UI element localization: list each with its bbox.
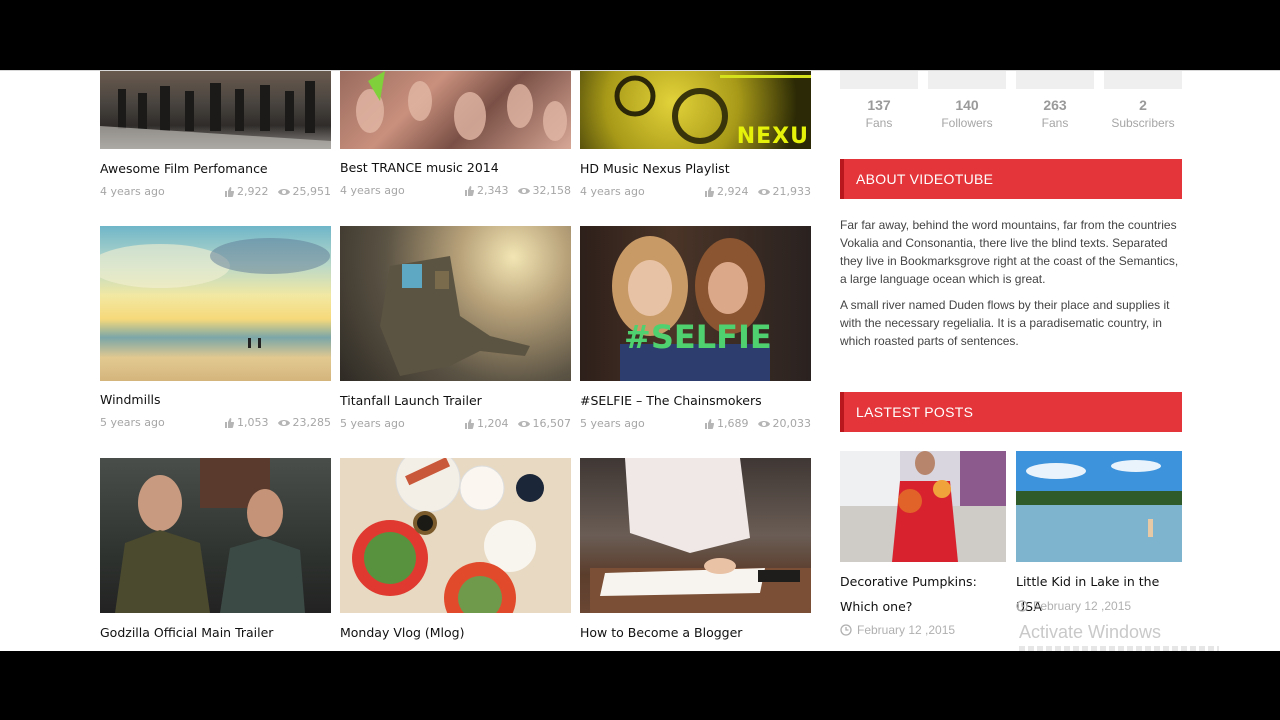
thumbs-up-icon [225,417,234,428]
selfie-image [612,236,770,381]
like-count: 2,343 [477,184,509,197]
video-title[interactable]: Best TRANCE music 2014 [340,160,499,175]
video-age: 4 years ago [580,185,645,198]
post-date-text: February 12 ,2015 [1033,599,1132,613]
video-meta: 5 years ago 1,689 20,033 [580,417,811,430]
page-viewport: NEXU Awesome Film Perfomance Best TRANCE… [0,70,1280,651]
social-count: 140 [955,97,979,113]
about-paragraph: A small river named Duden flows by their… [840,298,1170,348]
eye-icon [517,420,530,427]
watermark-subtext [1019,646,1219,651]
video-meta: 5 years ago 1,053 23,285 [100,416,331,429]
video-meta: 4 years ago 2,343 32,158 [340,184,571,197]
video-meta: 5 years ago 1,204 16,507 [340,417,571,430]
like-count: 1,053 [237,416,269,429]
social-label: Fans [865,116,893,130]
video-thumbnail[interactable]: #SELFIE [580,226,811,381]
video-meta: 4 years ago 2,924 21,933 [580,185,811,198]
beach-image [100,238,330,348]
video-age: 4 years ago [340,184,405,197]
eye-icon [757,420,770,427]
latest-posts-heading: LASTEST POSTS [840,392,1182,432]
thumbs-up-icon [705,418,714,429]
thumbs-up-icon [705,186,714,197]
post-date-text: February 12 ,2015 [857,623,956,637]
video-title[interactable]: Godzilla Official Main Trailer [100,625,273,640]
social-label: Subscribers [1111,116,1175,130]
video-thumbnail[interactable] [580,458,811,613]
social-icon-placeholder [840,71,918,89]
social-label: Fans [1041,116,1069,130]
video-thumbnail[interactable]: NEXU [580,71,811,149]
social-count: 137 [867,97,891,113]
view-count: 21,933 [772,185,812,198]
eye-icon [277,419,290,426]
social-counter-fans[interactable]: 137 Fans [840,71,918,130]
post-date: February 12 ,2015 [1016,599,1131,613]
eye-icon [277,188,290,195]
like-count: 2,922 [237,185,269,198]
thumbnail-overlay-text: #SELFIE [624,318,772,356]
video-age: 5 years ago [340,417,405,430]
thumbs-up-icon [465,418,474,429]
view-count: 20,033 [772,417,812,430]
video-age: 5 years ago [100,416,165,429]
thumbs-up-icon [225,186,234,197]
video-title[interactable]: Monday Vlog (Mlog) [340,625,465,640]
social-counter-subscribers[interactable]: 2 Subscribers [1104,71,1182,130]
eye-icon [517,187,530,194]
video-thumbnail[interactable] [340,71,571,149]
social-icon-placeholder [1016,71,1094,89]
like-count: 1,204 [477,417,509,430]
view-count: 32,158 [532,184,572,197]
godzilla-trailer-image [115,458,305,613]
video-thumbnail[interactable] [100,226,331,381]
social-icon-placeholder [928,71,1006,89]
video-title[interactable]: HD Music Nexus Playlist [580,161,730,176]
video-title[interactable]: Awesome Film Perfomance [100,161,268,176]
post-thumbnail[interactable] [1016,451,1182,562]
blogger-writing-image [590,458,811,613]
like-count: 1,689 [717,417,749,430]
video-thumbnail[interactable] [100,458,331,613]
about-text: Far far away, behind the word mountains,… [840,216,1182,358]
social-count: 263 [1043,97,1067,113]
titan-robot-image [380,256,530,376]
social-icon-placeholder [1104,71,1182,89]
social-label: Followers [941,116,993,130]
post-date: February 12 ,2015 [840,623,955,637]
about-heading: ABOUT VIDEOTUBE [840,159,1182,199]
pumpkins-image [840,451,1006,562]
social-counter-fans-2[interactable]: 263 Fans [1016,71,1094,130]
video-title[interactable]: Titanfall Launch Trailer [340,393,482,408]
concert-crowd-image [356,71,567,141]
social-counter-followers[interactable]: 140 Followers [928,71,1006,130]
social-count: 2 [1139,97,1147,113]
like-count: 2,924 [717,185,749,198]
food-table-image [352,458,544,613]
video-title[interactable]: #SELFIE – The Chainsmokers [580,393,762,408]
view-count: 16,507 [532,417,572,430]
video-thumbnail[interactable] [100,71,331,149]
crowd-image [100,81,331,149]
video-age: 4 years ago [100,185,165,198]
thumbnail-overlay-text: NEXU [736,124,809,149]
post-title[interactable]: Decorative Pumpkins: Which one? [840,569,1006,619]
video-thumbnail[interactable] [340,458,571,613]
activate-windows-watermark: Activate Windows [1019,622,1162,642]
clock-icon [840,624,852,636]
view-count: 25,951 [292,185,332,198]
clock-icon [1016,600,1028,612]
eye-icon [757,188,770,195]
view-count: 23,285 [292,416,332,429]
video-age: 5 years ago [580,417,645,430]
lake-image [1016,451,1182,562]
about-paragraph: Far far away, behind the word mountains,… [840,218,1179,286]
video-thumbnail[interactable] [340,226,571,381]
video-title[interactable]: Windmills [100,392,161,407]
video-meta: 4 years ago 2,922 25,951 [100,185,331,198]
video-title[interactable]: How to Become a Blogger [580,625,742,640]
post-thumbnail[interactable] [840,451,1006,562]
thumbs-up-icon [465,185,474,196]
